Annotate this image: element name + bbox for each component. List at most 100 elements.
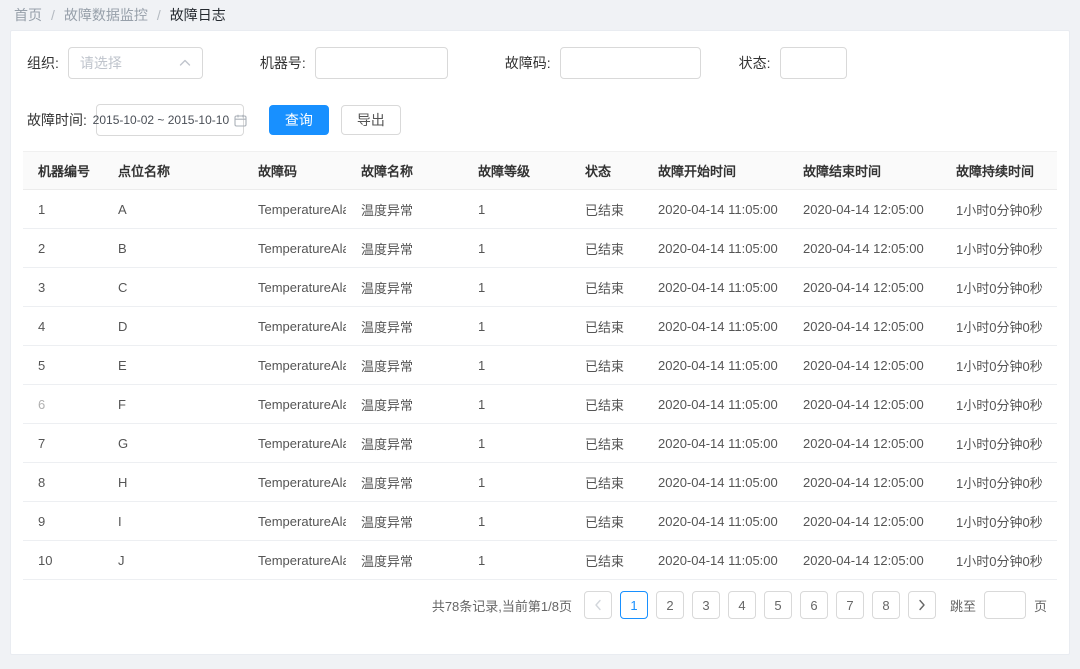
table-cell: 1小时0分钟0秒	[941, 424, 1057, 463]
table-cell: 2020-04-14 12:05:00	[788, 385, 941, 424]
page-button-8[interactable]: 8	[872, 591, 900, 619]
breadcrumb-item-3: 故障日志	[170, 5, 226, 25]
org-select[interactable]: 请选择	[68, 47, 203, 79]
org-select-placeholder: 请选择	[80, 53, 122, 73]
column-header: 故障名称	[346, 152, 463, 190]
table-cell: 1	[463, 229, 570, 268]
table-cell: 1小时0分钟0秒	[941, 346, 1057, 385]
table-cell: 已结束	[570, 190, 643, 229]
table-cell: 1小时0分钟0秒	[941, 385, 1057, 424]
table-cell: 1	[463, 541, 570, 580]
page-button-5[interactable]: 5	[764, 591, 792, 619]
table-cell: 1小时0分钟0秒	[941, 502, 1057, 541]
table-cell: 已结束	[570, 541, 643, 580]
pagination-summary: 共78条记录,当前第1/8页	[432, 596, 572, 615]
breadcrumb: 首页/故障数据监控/故障日志	[0, 0, 1080, 30]
table-cell: 1	[463, 190, 570, 229]
table-cell: TemperatureAlarm	[243, 346, 346, 385]
jump-page-input[interactable]	[984, 591, 1026, 619]
table-row: 10JTemperatureAlarm温度异常1已结束2020-04-14 11…	[23, 541, 1057, 580]
table-header-row: 机器编号点位名称故障码故障名称故障等级状态故障开始时间故障结束时间故障持续时间	[23, 152, 1057, 190]
chevron-left-icon	[594, 599, 602, 611]
table-cell: 2020-04-14 11:05:00	[643, 190, 788, 229]
fault-time-label: 故障时间:	[27, 110, 87, 130]
page-button-7[interactable]: 7	[836, 591, 864, 619]
table-cell: 1	[463, 346, 570, 385]
table-cell: B	[103, 229, 243, 268]
table-cell: TemperatureAlarm	[243, 502, 346, 541]
next-page-button[interactable]	[908, 591, 936, 619]
table-cell: 已结束	[570, 502, 643, 541]
table-cell: 3	[23, 268, 103, 307]
chevron-right-icon	[918, 599, 926, 611]
table-cell: 1	[463, 268, 570, 307]
table-cell: G	[103, 424, 243, 463]
table-cell: 6	[23, 385, 103, 424]
table-cell: 已结束	[570, 463, 643, 502]
page-button-3[interactable]: 3	[692, 591, 720, 619]
fault-time-filter-group: 故障时间: 2015-10-02 ~ 2015-10-10	[27, 104, 244, 136]
breadcrumb-item-1[interactable]: 首页	[14, 5, 42, 25]
page-button-6[interactable]: 6	[800, 591, 828, 619]
table-cell: 已结束	[570, 385, 643, 424]
table-cell: F	[103, 385, 243, 424]
table-cell: 2020-04-14 12:05:00	[788, 190, 941, 229]
table-cell: 1	[463, 463, 570, 502]
table-cell: 2020-04-14 11:05:00	[643, 424, 788, 463]
fault-time-range-value: 2015-10-02 ~ 2015-10-10	[93, 113, 229, 127]
calendar-icon	[234, 114, 247, 127]
fault-code-input[interactable]	[560, 47, 701, 79]
machine-no-label: 机器号:	[260, 53, 306, 73]
table-cell: 2020-04-14 12:05:00	[788, 424, 941, 463]
table-cell: 4	[23, 307, 103, 346]
column-header: 点位名称	[103, 152, 243, 190]
table-cell: 1小时0分钟0秒	[941, 463, 1057, 502]
org-label: 组织:	[27, 53, 59, 73]
machine-no-filter-group: 机器号:	[260, 47, 448, 79]
table-cell: 温度异常	[346, 190, 463, 229]
table-cell: 1小时0分钟0秒	[941, 229, 1057, 268]
table-cell: 2020-04-14 12:05:00	[788, 346, 941, 385]
table-cell: TemperatureAlarm	[243, 541, 346, 580]
table-cell: 2020-04-14 11:05:00	[643, 385, 788, 424]
table-cell: 2020-04-14 11:05:00	[643, 346, 788, 385]
jump-to-label: 跳至	[950, 596, 976, 615]
table-cell: 温度异常	[346, 268, 463, 307]
export-button[interactable]: 导出	[341, 105, 401, 135]
table-cell: 温度异常	[346, 541, 463, 580]
breadcrumb-separator: /	[157, 7, 161, 23]
table-cell: 2020-04-14 11:05:00	[643, 268, 788, 307]
table-cell: 2020-04-14 11:05:00	[643, 307, 788, 346]
table-cell: 7	[23, 424, 103, 463]
table-cell: 2020-04-14 12:05:00	[788, 541, 941, 580]
page-button-4[interactable]: 4	[728, 591, 756, 619]
table-cell: 已结束	[570, 346, 643, 385]
fault-time-range-picker[interactable]: 2015-10-02 ~ 2015-10-10	[96, 104, 244, 136]
table-cell: 2020-04-14 12:05:00	[788, 229, 941, 268]
column-header: 故障持续时间	[941, 152, 1057, 190]
breadcrumb-item-2[interactable]: 故障数据监控	[64, 5, 148, 25]
content-card: 组织: 请选择 机器号: 故障码: 状态:	[10, 30, 1070, 655]
query-button[interactable]: 查询	[269, 105, 329, 135]
table-cell: 1小时0分钟0秒	[941, 307, 1057, 346]
status-filter-group: 状态:	[739, 47, 847, 79]
table-cell: 1	[463, 307, 570, 346]
prev-page-button[interactable]	[584, 591, 612, 619]
table-cell: 8	[23, 463, 103, 502]
table-cell: 温度异常	[346, 424, 463, 463]
page-button-1[interactable]: 1	[620, 591, 648, 619]
table-cell: TemperatureAlarm	[243, 424, 346, 463]
machine-no-input[interactable]	[315, 47, 448, 79]
fault-code-filter-group: 故障码:	[505, 47, 701, 79]
column-header: 故障等级	[463, 152, 570, 190]
page-button-2[interactable]: 2	[656, 591, 684, 619]
table-cell: 1	[23, 190, 103, 229]
table-cell: 2020-04-14 12:05:00	[788, 307, 941, 346]
status-input[interactable]	[780, 47, 847, 79]
column-header: 故障开始时间	[643, 152, 788, 190]
org-filter-group: 组织: 请选择	[27, 47, 203, 79]
column-header: 故障结束时间	[788, 152, 941, 190]
table-row: 8HTemperatureAlarm温度异常1已结束2020-04-14 11:…	[23, 463, 1057, 502]
table-cell: 温度异常	[346, 463, 463, 502]
table-cell: TemperatureAlarm	[243, 385, 346, 424]
